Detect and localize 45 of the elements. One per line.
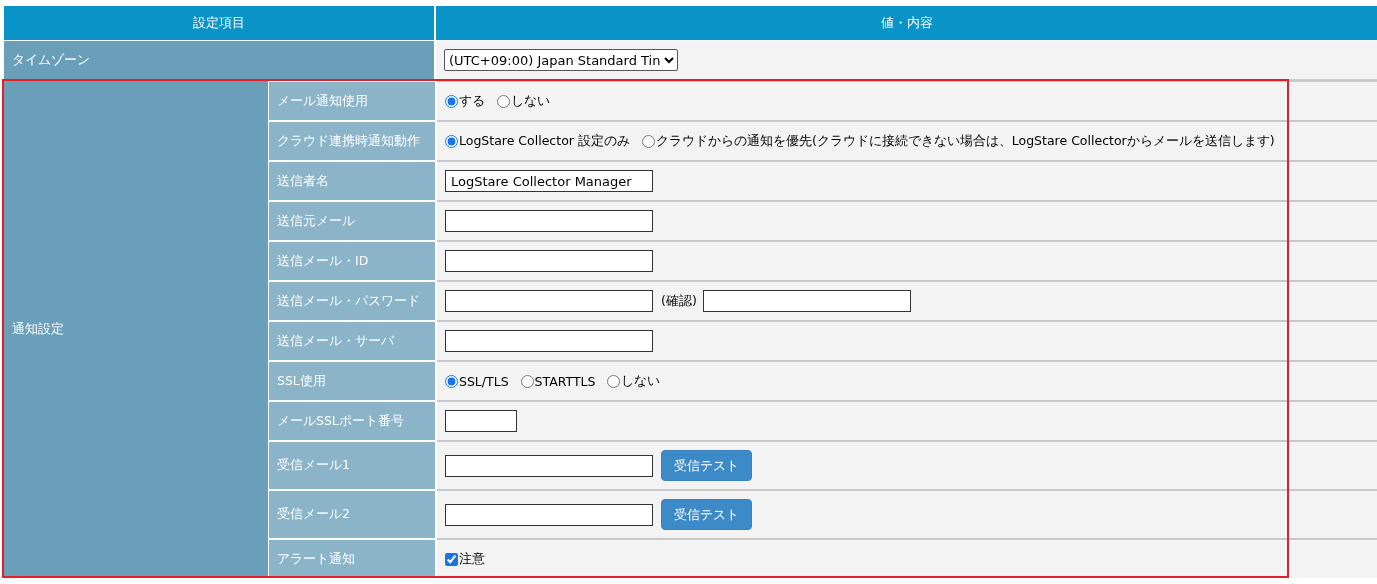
confirm-label: (確認) xyxy=(661,292,697,310)
option-label: クラウドからの通知を優先(クラウドに接続できない場合は、LogStare Collectorからメールを送信します) xyxy=(655,132,1275,150)
row-label: メールSSLポート番号 xyxy=(269,400,435,440)
radio-button[interactable] xyxy=(641,134,655,148)
row-label: SSL使用 xyxy=(269,360,435,400)
checkbox[interactable] xyxy=(445,552,458,566)
radio-button[interactable] xyxy=(497,94,510,108)
radio-button[interactable] xyxy=(520,374,534,388)
row-label: 受信メール1 xyxy=(269,440,435,489)
row-label: 送信メール・ID xyxy=(269,240,435,280)
row-label: 受信メール2 xyxy=(269,489,435,538)
input-field[interactable] xyxy=(702,290,911,312)
row-label: メール通知使用 xyxy=(269,80,435,120)
option-label: しない xyxy=(621,372,661,390)
input-field[interactable] xyxy=(445,250,653,272)
option-label: しない xyxy=(511,92,550,110)
column-header: 設定項目 xyxy=(4,6,434,40)
input-field[interactable] xyxy=(445,290,653,312)
input-field[interactable] xyxy=(445,503,653,526)
test-button[interactable]: 受信テスト xyxy=(661,499,752,530)
input-field[interactable] xyxy=(445,330,653,352)
row-label: 送信メール・パスワード xyxy=(269,280,435,320)
option-label: SSL/TLS xyxy=(459,373,509,389)
radio-button[interactable] xyxy=(607,374,621,388)
test-button[interactable]: 受信テスト xyxy=(661,450,752,481)
input-field[interactable]: LogStare Collector Manager xyxy=(445,170,653,192)
radio-button[interactable] xyxy=(445,94,458,108)
row-label: タイムゾーン xyxy=(4,41,434,80)
option-label: する xyxy=(459,92,485,110)
column-header: 値・内容 xyxy=(436,6,1377,40)
input-field[interactable] xyxy=(445,454,653,477)
radio-button[interactable] xyxy=(445,134,458,148)
row-label: 送信元メール xyxy=(269,200,435,240)
input-field[interactable] xyxy=(445,210,653,232)
option-label: 注意 xyxy=(459,550,485,568)
timezone-dropdown[interactable]: (UTC+09:00) Japan Standard Tin xyxy=(444,49,678,71)
input-field[interactable] xyxy=(445,410,517,432)
radio-button[interactable] xyxy=(445,374,458,388)
row-label: 送信メール・サーバ xyxy=(269,320,435,360)
row-label: アラート通知 xyxy=(269,538,435,578)
row-label: 送信者名 xyxy=(269,160,435,200)
row-label: クラウド連携時通知動作 xyxy=(269,120,435,160)
option-label: STARTTLS xyxy=(534,373,596,389)
group-label: 通知設定 xyxy=(4,80,268,578)
option-label: LogStare Collector 設定のみ xyxy=(459,132,630,150)
